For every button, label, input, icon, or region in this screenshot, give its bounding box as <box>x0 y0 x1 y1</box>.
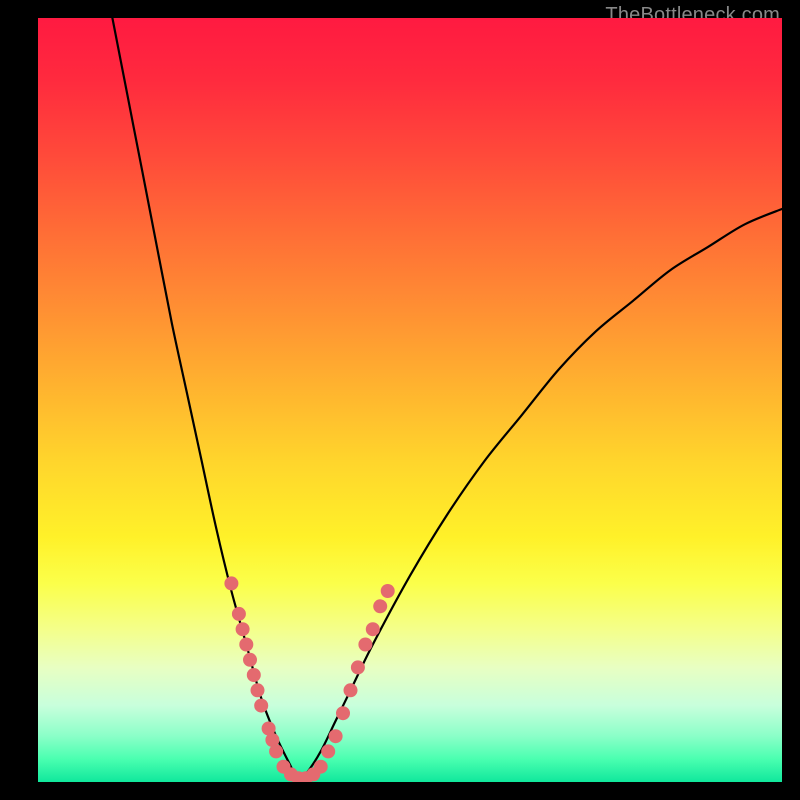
curve-svg <box>38 18 782 782</box>
curve-group <box>112 18 782 782</box>
data-marker <box>336 706 350 720</box>
data-marker <box>236 622 250 636</box>
markers-group <box>224 576 394 782</box>
data-marker <box>224 576 238 590</box>
data-marker <box>247 668 261 682</box>
data-marker <box>243 653 257 667</box>
data-marker <box>239 638 253 652</box>
data-marker <box>366 622 380 636</box>
plot-area <box>38 18 782 782</box>
data-marker <box>269 744 283 758</box>
data-marker <box>381 584 395 598</box>
data-marker <box>314 760 328 774</box>
data-marker <box>358 638 372 652</box>
data-marker <box>373 599 387 613</box>
data-marker <box>232 607 246 621</box>
chart-frame: TheBottleneck.com <box>0 0 800 800</box>
data-marker <box>351 660 365 674</box>
data-marker <box>254 699 268 713</box>
data-marker <box>321 744 335 758</box>
data-marker <box>251 683 265 697</box>
data-marker <box>329 729 343 743</box>
data-marker <box>344 683 358 697</box>
bottleneck-curve <box>112 18 782 782</box>
